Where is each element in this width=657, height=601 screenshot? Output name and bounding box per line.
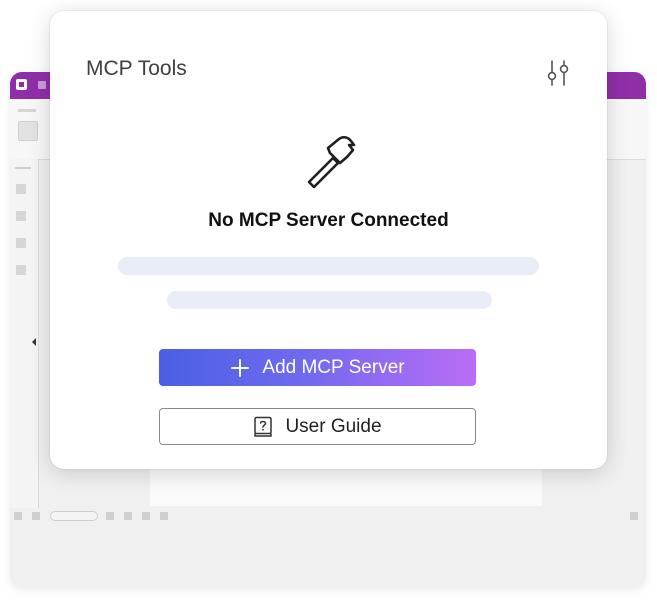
ribbon-placeholder <box>18 109 36 112</box>
status-placeholder <box>106 512 114 520</box>
user-guide-label: User Guide <box>285 415 382 437</box>
plus-icon <box>230 358 250 378</box>
status-placeholder <box>124 512 132 520</box>
add-mcp-server-label: Add MCP Server <box>262 356 405 378</box>
app-status-bar <box>10 506 646 528</box>
status-placeholder <box>14 512 22 520</box>
sidebar-collapse-arrow-icon <box>32 338 36 346</box>
sliders-icon <box>547 60 569 86</box>
hammer-icon <box>307 135 356 189</box>
app-logo-icon <box>16 79 27 90</box>
status-placeholder <box>630 512 638 520</box>
app-sidebar <box>10 159 39 508</box>
skeleton-line <box>118 257 539 275</box>
sidebar-placeholder <box>15 167 31 169</box>
empty-state-illustration <box>303 134 359 190</box>
status-zoom-placeholder <box>50 511 98 521</box>
empty-state-title: No MCP Server Connected <box>208 210 449 231</box>
status-placeholder <box>32 512 40 520</box>
mcp-tools-panel: MCP Tools No MCP Server Connected Add MC… <box>50 11 607 469</box>
settings-button[interactable] <box>545 58 571 88</box>
sidebar-item-placeholder <box>16 211 26 221</box>
add-mcp-server-button[interactable]: Add MCP Server <box>159 349 476 386</box>
titlebar-placeholder <box>38 81 46 89</box>
help-book-icon <box>253 416 273 438</box>
sidebar-item-placeholder <box>16 265 26 275</box>
status-placeholder <box>142 512 150 520</box>
skeleton-line <box>167 291 492 309</box>
user-guide-button[interactable]: User Guide <box>159 408 476 445</box>
mcp-tools-panel-body: MCP Tools No MCP Server Connected Add MC… <box>59 21 598 460</box>
ribbon-button-placeholder <box>18 121 38 141</box>
sidebar-item-placeholder <box>16 238 26 248</box>
status-placeholder <box>160 512 168 520</box>
sidebar-item-placeholder <box>16 184 26 194</box>
panel-title: MCP Tools <box>86 57 187 80</box>
